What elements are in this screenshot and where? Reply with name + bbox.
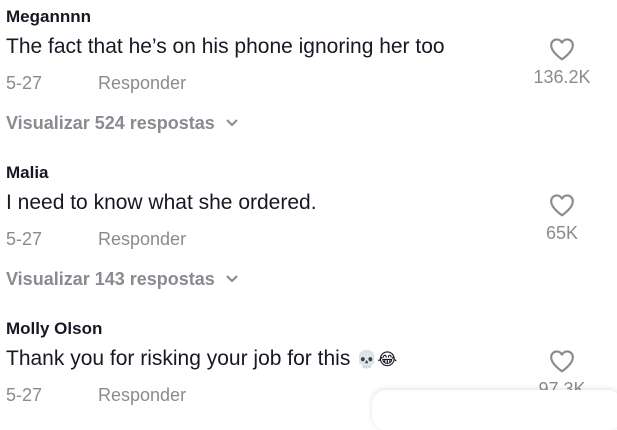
skull-laughing-emoji: 💀😂 [356, 350, 398, 370]
comment-username[interactable]: Megannnn [6, 7, 91, 27]
heart-outline-icon[interactable] [549, 193, 575, 217]
comment-item: Megannnn The fact that he’s on his phone… [0, 7, 617, 137]
reply-button[interactable]: Responder [98, 229, 186, 250]
comment-date: 5-27 [6, 385, 43, 405]
view-replies-button[interactable]: Visualizar 524 respostas [6, 113, 238, 134]
reply-button[interactable]: Responder [98, 385, 186, 406]
comment-date: 5-27 [6, 229, 43, 249]
comment-username[interactable]: Malia [6, 163, 49, 183]
comment-text: I need to know what she ordered. [6, 191, 317, 215]
view-replies-button[interactable]: Visualizar 143 respostas [6, 269, 238, 290]
chevron-down-icon [226, 275, 238, 282]
heart-outline-icon[interactable] [549, 349, 575, 373]
like-count: 65K [545, 223, 579, 243]
comment-username[interactable]: Molly Olson [6, 319, 102, 339]
overlay-card [372, 390, 617, 430]
comment-item: Malia I need to know what she ordered. 5… [0, 163, 617, 293]
chevron-down-icon [226, 119, 238, 126]
comment-date: 5-27 [6, 73, 43, 93]
heart-outline-icon[interactable] [549, 37, 575, 61]
like-control: 136.2K [522, 37, 602, 88]
comment-text-body: Thank you for risking your job for this [6, 347, 351, 370]
view-replies-label: Visualizar 524 respostas [6, 113, 215, 133]
like-count: 136.2K [533, 67, 591, 87]
view-replies-label: Visualizar 143 respostas [6, 269, 215, 289]
like-control: 65K [522, 193, 602, 244]
comment-text: Thank you for risking your job for this … [6, 347, 397, 371]
comment-text-body: The fact that he’s on his phone ignoring… [6, 35, 445, 58]
comment-text-body: I need to know what she ordered. [6, 191, 317, 214]
comment-text: The fact that he’s on his phone ignoring… [6, 35, 445, 59]
reply-button[interactable]: Responder [98, 73, 186, 94]
